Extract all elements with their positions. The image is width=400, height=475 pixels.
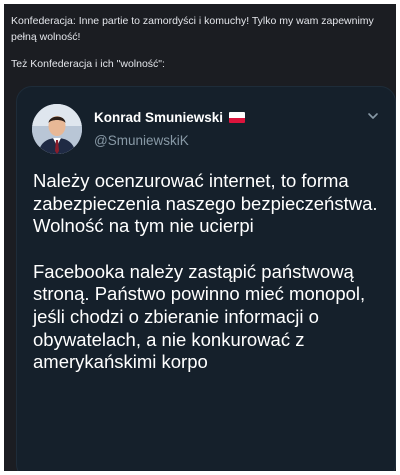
poland-flag-icon [229,112,246,123]
post-caption: Konfederacja: Inne partie to zamordyści … [11,13,383,72]
chevron-down-icon[interactable] [366,109,380,123]
tweet-paragraph-1: Należy ocenzurować internet, to forma za… [33,170,378,237]
author-name-row: Konrad Smuniewski [94,110,246,125]
tweet-text: Należy ocenzurować internet, to forma za… [33,170,389,374]
tweet-paragraph-2: Facebooka należy zastąpić państwową stro… [33,260,366,373]
caption-line-2: Też Konfederacja i ich "wolność": [11,58,165,70]
user-handle[interactable]: @SmuniewskiK [94,133,189,148]
tweet-card[interactable]: Konrad Smuniewski @SmuniewskiK Należy oc… [16,86,396,471]
caption-line-1: Konfederacja: Inne partie to zamordyści … [11,15,374,43]
display-name[interactable]: Konrad Smuniewski [94,110,223,125]
avatar[interactable] [32,104,82,154]
screenshot-frame: Konfederacja: Inne partie to zamordyści … [4,4,396,471]
